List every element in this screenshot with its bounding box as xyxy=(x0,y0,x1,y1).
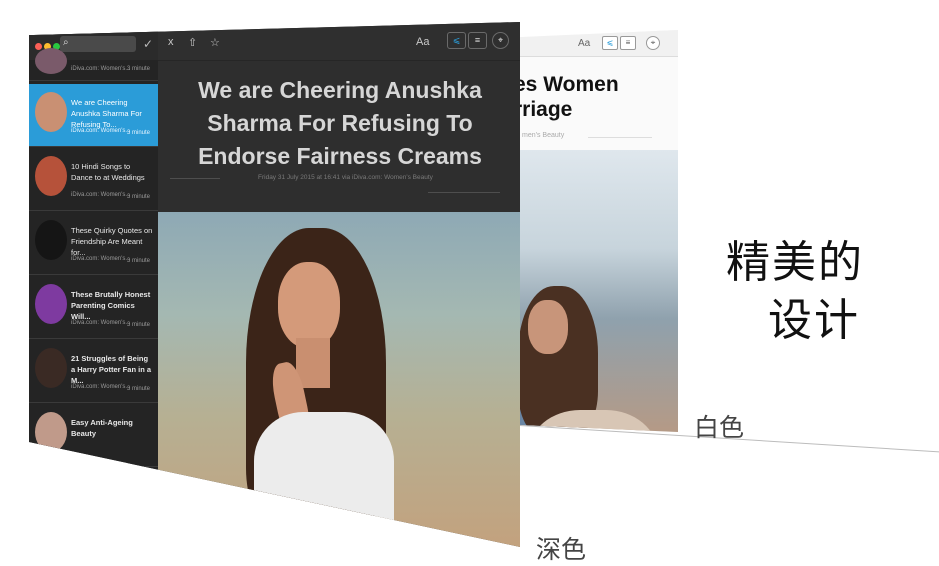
article-thumbnail xyxy=(35,48,67,74)
divider xyxy=(170,178,220,179)
reader-pane: x ⇧ ☆ Aa ⩽ ≡ ⌖ We are Cheering Anushka S… xyxy=(158,22,520,547)
list-icon[interactable]: ≡ xyxy=(620,36,636,50)
photo-figure xyxy=(278,262,340,348)
rss-icon[interactable]: ⩽ xyxy=(447,32,466,49)
item-source: iDiva.com: Women's... xyxy=(71,128,131,134)
white-article-photo xyxy=(498,150,678,432)
white-theme-label: 白色 xyxy=(694,413,745,442)
item-time: 3 minute xyxy=(127,66,151,72)
white-article-meta: men's Beauty xyxy=(522,132,565,139)
headline-line-1: 精美的 xyxy=(726,237,864,288)
dark-theme-label: 深色 xyxy=(536,535,587,564)
item-time: 3 minute xyxy=(127,130,151,136)
item-source: iDiva.com: Women's... xyxy=(71,320,131,326)
article-sidebar: ⌕ ✓ iDiva.com: Women's... 3 minute We ar… xyxy=(29,22,158,547)
item-time: 3 minute xyxy=(127,194,151,200)
item-time: 3 minute xyxy=(127,258,151,264)
article-thumbnail xyxy=(35,412,67,452)
rss-icon[interactable]: ⩽ xyxy=(602,36,618,50)
item-source: iDiva.com: Women's... xyxy=(71,256,131,262)
white-article-title: es Women rriage xyxy=(514,73,619,121)
star-icon[interactable]: ☆ xyxy=(210,36,220,49)
photo-figure xyxy=(528,300,568,354)
list-item[interactable]: These Quirky Quotes on Friendship Are Me… xyxy=(29,212,158,275)
item-title: These Brutally Honest Parenting Comics W… xyxy=(71,290,151,321)
close-icon[interactable]: x xyxy=(168,36,174,48)
item-title: Easy Anti-Ageing Beauty xyxy=(71,418,133,438)
item-title: 10 Hindi Songs to Dance to at Weddings xyxy=(71,162,145,182)
compass-icon[interactable]: ⌖ xyxy=(492,32,509,49)
white-toolbar: Aa ⩽ ≡ ⌖ xyxy=(498,30,678,57)
white-theme-window: Aa ⩽ ≡ ⌖ es Women rriage men's Beauty xyxy=(498,30,678,432)
article-thumbnail xyxy=(35,348,67,388)
item-source: iDiva.com: Women's... xyxy=(71,384,131,390)
item-title: 21 Struggles of Being a Harry Potter Fan… xyxy=(71,354,152,385)
article-title: We are Cheering Anushka Sharma For Refus… xyxy=(198,77,482,169)
compass-icon[interactable]: ⌖ xyxy=(646,36,660,50)
list-item[interactable]: 10 Hindi Songs to Dance to at Weddings i… xyxy=(29,148,158,211)
article-meta: Friday 31 July 2015 at 16:41 via iDiva.c… xyxy=(258,174,433,181)
article-thumbnail xyxy=(35,220,67,260)
dark-theme-window: ⌕ ✓ iDiva.com: Women's... 3 minute We ar… xyxy=(29,22,520,547)
article-thumbnail xyxy=(35,284,67,324)
photo-figure xyxy=(254,412,394,547)
reader-toolbar: x ⇧ ☆ Aa ⩽ ≡ ⌖ xyxy=(158,22,520,61)
item-source: iDiva.com: Women's... xyxy=(71,66,131,72)
list-icon[interactable]: ≡ xyxy=(468,32,487,49)
item-title: These Quirky Quotes on Friendship Are Me… xyxy=(71,226,153,257)
article-thumbnail xyxy=(35,92,67,132)
font-size-button[interactable]: Aa xyxy=(578,38,590,49)
list-item[interactable]: Easy Anti-Ageing Beauty xyxy=(29,404,158,467)
item-time: 3 minute xyxy=(127,386,151,392)
divider xyxy=(588,137,652,138)
list-item[interactable]: We are Cheering Anushka Sharma For Refus… xyxy=(29,84,158,147)
share-icon[interactable]: ⇧ xyxy=(188,36,197,49)
font-size-button[interactable]: Aa xyxy=(416,36,429,48)
item-source: iDiva.com: Women's... xyxy=(71,192,131,198)
list-item[interactable]: iDiva.com: Women's... 3 minute xyxy=(29,42,158,81)
article-thumbnail xyxy=(35,156,67,196)
item-time: 3 minute xyxy=(127,322,151,328)
divider xyxy=(428,192,500,193)
item-title: We are Cheering Anushka Sharma For Refus… xyxy=(71,98,142,129)
list-item[interactable]: 21 Struggles of Being a Harry Potter Fan… xyxy=(29,340,158,403)
list-item[interactable]: These Brutally Honest Parenting Comics W… xyxy=(29,276,158,339)
headline-line-2: 设计 xyxy=(768,295,860,346)
